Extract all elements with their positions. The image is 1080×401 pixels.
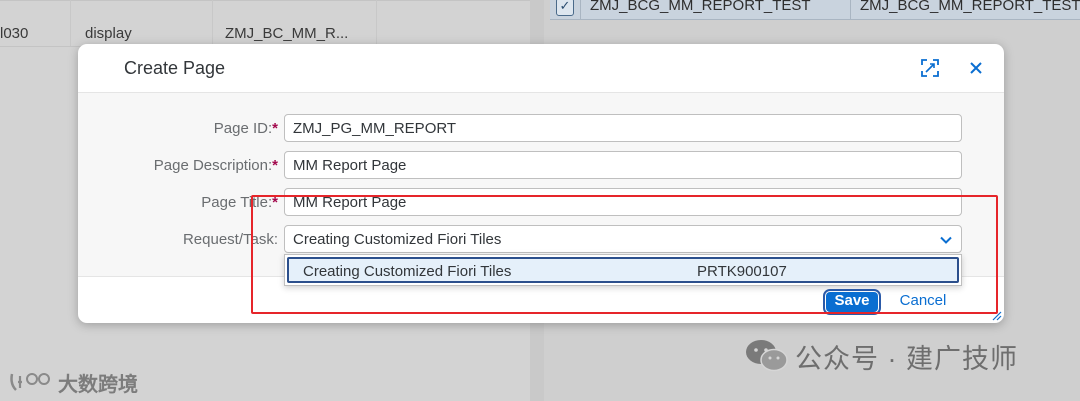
table-col-divider [376,0,377,46]
request-task-select[interactable]: Creating Customized Fiori Tiles [284,225,962,253]
request-task-value: Creating Customized Fiori Tiles [293,231,502,248]
table-col-divider [580,0,581,20]
required-mark: * [272,157,278,174]
table-row-divider [0,0,530,1]
option-request-number: PRTK900107 [697,263,787,280]
watermark-text: 大数跨境 [58,373,138,396]
table-cell: display [85,25,132,42]
wechat-watermark: 公众号 · 建广技师 [745,338,1018,374]
expand-icon[interactable] [918,56,942,80]
required-mark: * [272,194,278,211]
resize-grip-icon[interactable] [992,311,1002,321]
row-checkbox[interactable]: ✓ [556,0,574,16]
brand-watermark: 大数跨境 [8,368,138,396]
chevron-down-icon[interactable] [939,233,953,247]
table-col-divider [70,0,71,46]
page-id-label: Page ID:* [78,120,278,137]
request-task-label: Request/Task: [182,231,278,248]
page-title-label: Page Title:* [78,194,278,211]
save-button[interactable]: Save [823,289,881,315]
page-title-label-text: Page Title: [201,194,273,211]
brand-logo-icon [10,373,50,391]
page-description-label-text: Page Description: [153,157,273,174]
cancel-button[interactable]: Cancel [890,292,956,312]
request-task-dropdown: Creating Customized Fiori Tiles PRTK9001… [284,254,962,286]
page-id-label-text: Page ID: [213,120,273,137]
page-description-label: Page Description:* [78,157,278,174]
dropdown-option-selected[interactable]: Creating Customized Fiori Tiles PRTK9001… [287,257,959,283]
create-page-dialog: Create Page Page ID:* ZMJ_PG_MM_REPORT P… [78,44,1004,323]
table-col-divider [212,0,213,46]
page-description-input[interactable]: MM Report Page [284,151,962,179]
option-description: Creating Customized Fiori Tiles [303,263,512,280]
close-icon[interactable] [964,56,988,80]
watermark-text: 公众号 · 建广技师 [795,343,1018,374]
table-cell: ZMJ_BCG_MM_REPORT_TEST [590,0,811,14]
dialog-title: Create Page [124,58,226,78]
table-cell: ZMJ_BCG_MM_REPORT_TEST [860,0,1080,14]
table-cell: ZMJ_BC_MM_R... [225,25,349,42]
page-title-input[interactable]: MM Report Page [284,188,962,216]
wechat-logo-icon [746,340,788,372]
table-col-divider [850,0,851,20]
page-id-input[interactable]: ZMJ_PG_MM_REPORT [284,114,962,142]
required-mark: * [272,120,278,137]
table-cell: l030 [0,25,29,42]
dialog-header: Create Page [78,44,1004,93]
